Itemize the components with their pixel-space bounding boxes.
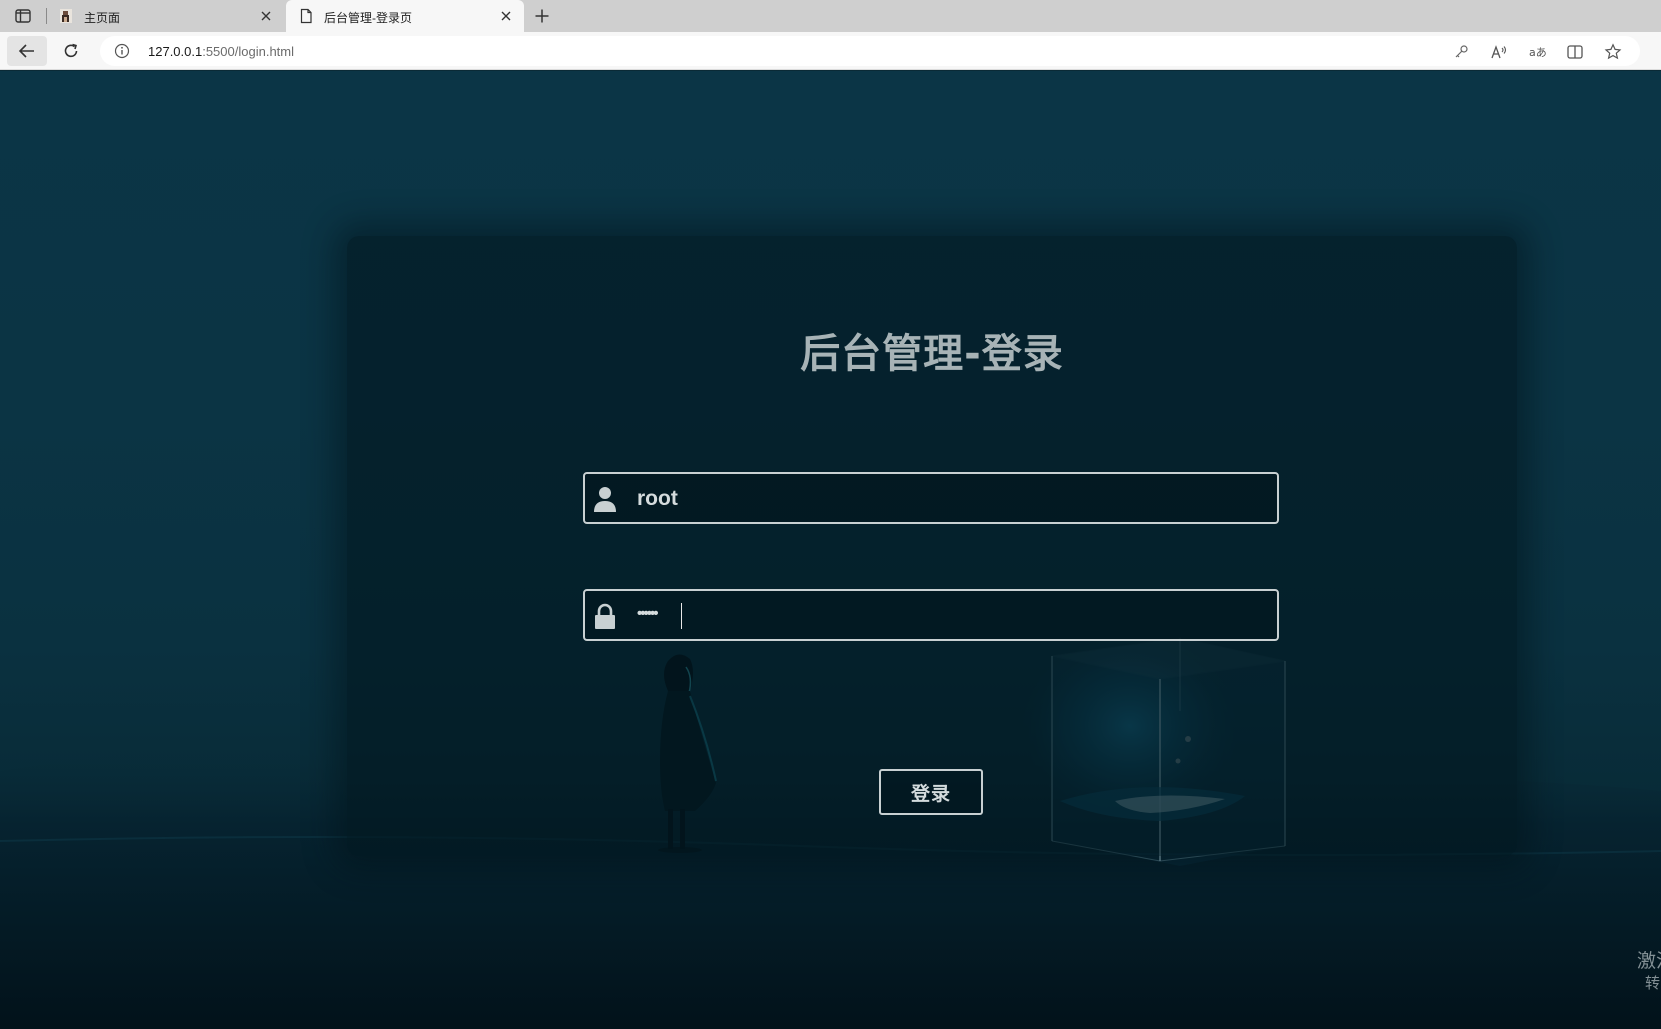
refresh-icon: [64, 43, 78, 58]
tab-main-page[interactable]: 主页面: [46, 0, 284, 32]
tab-title: 主页面: [84, 11, 121, 25]
translate-icon[interactable]: aあ: [1528, 43, 1546, 61]
url-host: 127.0.0.1: [148, 44, 203, 59]
document-icon: [300, 8, 312, 24]
tab-bar: 主页面 后台管理-登录页: [0, 0, 1661, 32]
close-icon[interactable]: [258, 8, 274, 24]
lock-icon: [595, 603, 615, 629]
url-path: :5500/login.html: [202, 44, 294, 59]
split-screen-icon[interactable]: [1566, 43, 1584, 61]
plus-icon: [535, 9, 549, 23]
close-icon[interactable]: [498, 8, 514, 24]
reload-button[interactable]: [56, 36, 86, 66]
tab-login-page[interactable]: 后台管理-登录页: [286, 0, 524, 32]
key-icon[interactable]: [1452, 43, 1470, 61]
info-icon[interactable]: [114, 43, 130, 59]
tab-actions-button[interactable]: [10, 6, 36, 26]
activation-watermark-line1: 激活: [1636, 951, 1661, 972]
user-icon: [594, 487, 616, 512]
text-caret: [681, 603, 682, 629]
new-tab-button[interactable]: [530, 5, 554, 27]
tab-separator: [46, 8, 47, 24]
activation-watermark-line2: 转到: [1644, 975, 1661, 992]
address-toolbar: 127.0.0.1:5500/login.html aあ: [0, 32, 1661, 70]
login-card: 后台管理-登录 root •••••• 登录: [347, 236, 1517, 856]
password-input[interactable]: ••••••: [583, 589, 1279, 641]
tab-title: 后台管理-登录页: [324, 11, 412, 25]
favorite-star-icon[interactable]: [1604, 43, 1622, 61]
svg-text:aあ: aあ: [1529, 46, 1546, 59]
url-text: 127.0.0.1:5500/login.html: [148, 44, 294, 59]
read-aloud-icon[interactable]: [1490, 43, 1508, 61]
login-button[interactable]: 登录: [879, 769, 983, 815]
login-page: 后台管理-登录 root •••••• 登录 激活 转到: [0, 71, 1661, 1029]
tab-actions-icon: [15, 9, 31, 23]
url-field[interactable]: 127.0.0.1:5500/login.html aあ: [100, 36, 1640, 66]
username-value: root: [637, 487, 678, 510]
login-title: 后台管理-登录: [800, 331, 1064, 377]
page-thumbnail-icon: [60, 9, 72, 23]
arrow-left-icon: [18, 44, 34, 58]
back-button[interactable]: [7, 36, 47, 66]
username-input[interactable]: root: [583, 472, 1279, 524]
password-masked-value: ••••••: [637, 605, 658, 622]
